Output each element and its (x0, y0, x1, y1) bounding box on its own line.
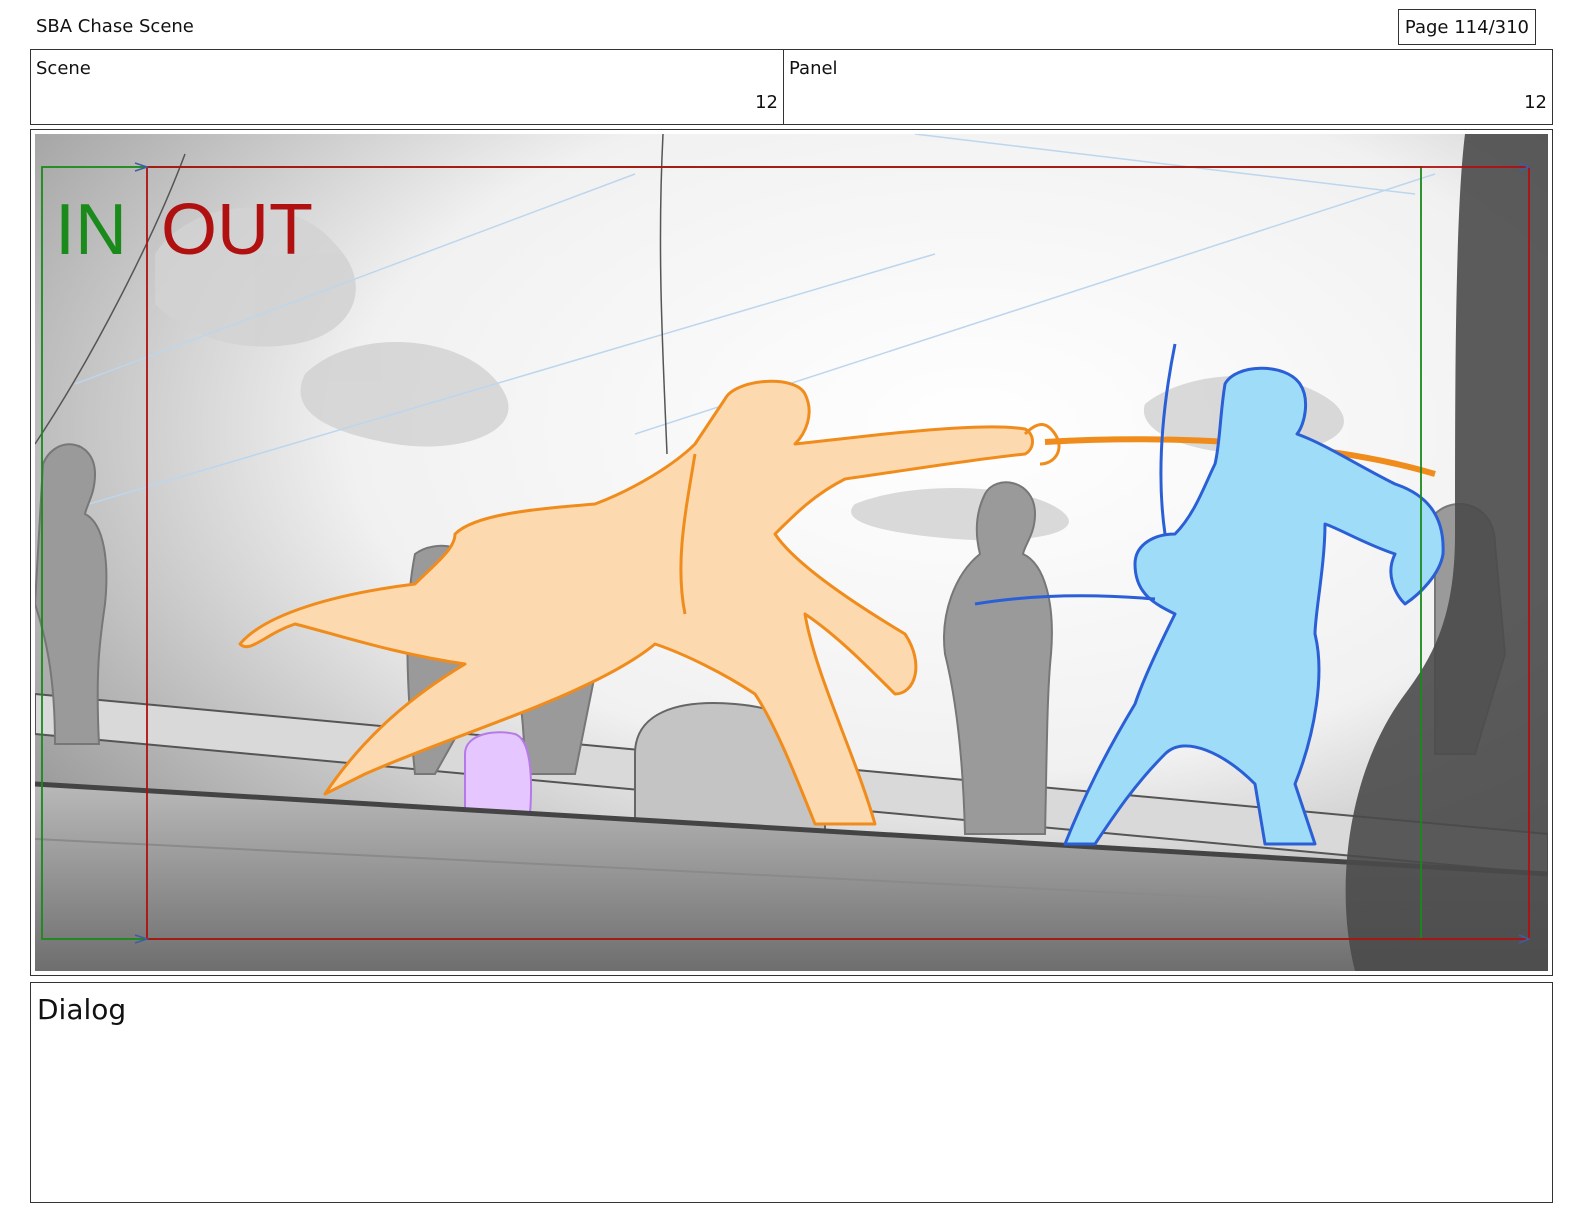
dialog-box[interactable]: Dialog (30, 982, 1553, 1203)
storyboard-panel: IN OUT (30, 129, 1553, 976)
panel-cell: Panel 12 (784, 50, 1552, 124)
panel-drawing: IN OUT (35, 134, 1548, 971)
page-counter: Page 114/310 (1397, 9, 1536, 45)
in-marker: IN (55, 190, 127, 270)
document-title: SBA Chase Scene (36, 16, 194, 37)
scene-number: 12 (755, 92, 778, 113)
panel-number: 12 (1524, 92, 1547, 113)
scene-cell: Scene 12 (31, 50, 784, 124)
dialog-label: Dialog (37, 993, 127, 1026)
purple-figure (464, 731, 533, 815)
panel-label: Panel (789, 58, 838, 79)
scene-label: Scene (36, 58, 91, 79)
scene-panel-info: Scene 12 Panel 12 (30, 49, 1553, 125)
out-marker: OUT (161, 190, 313, 270)
